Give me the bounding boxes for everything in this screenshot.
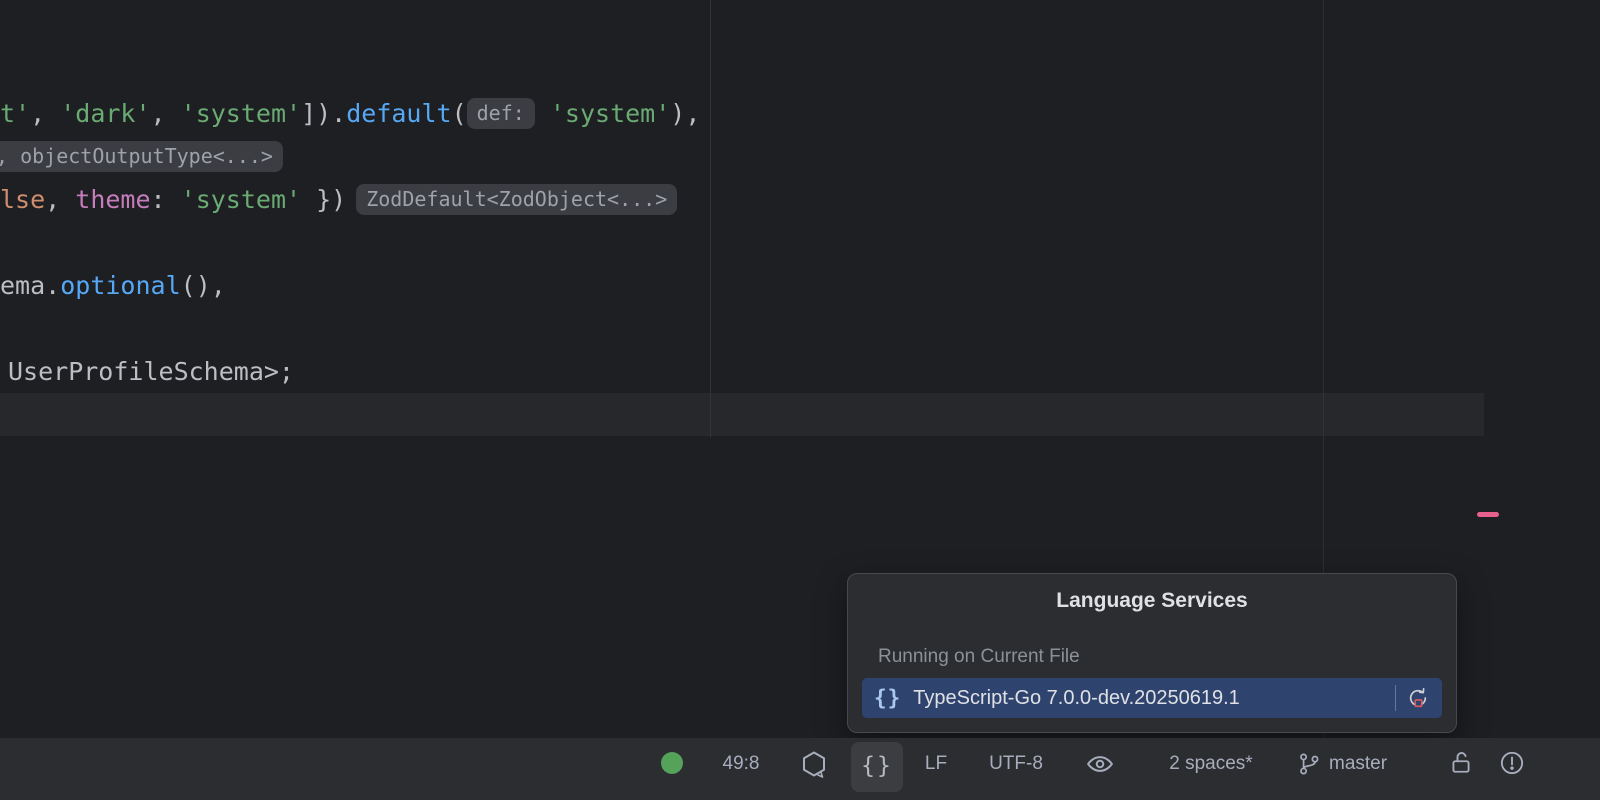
indent-guide [710,0,711,437]
code-token: t' [0,99,31,128]
type-hint-inlay: , objectOutputType<...> [0,140,283,172]
code-line: ema.optional(), [0,264,700,307]
parameter-hint-inlay: def: [466,97,535,129]
code-line: lse, theme: 'system' }) ZodDefault<ZodObj… [0,178,700,221]
code-line: t', 'dark', 'system']).default(def: 'sys… [0,92,700,135]
separator [1395,685,1396,711]
code-token: ( [451,99,467,128]
code-token: , [150,99,181,128]
hexagon-plugin-icon[interactable] [799,749,829,779]
encoding-widget[interactable]: UTF-8 [971,738,1061,790]
type-hint-inlay: ZodDefault<ZodObject<...> [356,183,678,215]
code-token: , [45,185,76,214]
restart-icon [1409,688,1427,708]
code-token: , [30,99,61,128]
analysis-status-indicator[interactable] [661,752,683,774]
code-token: 'system' [180,185,302,214]
indent-widget[interactable]: 2 spaces* [1151,738,1271,790]
line-separator-widget[interactable]: LF [906,738,966,790]
git-branch-label: master [1329,753,1388,774]
code-token: }) [301,185,347,214]
code-token: optional [60,271,181,300]
highlighting-level-eye-icon[interactable] [1085,749,1115,779]
code-token: : [150,185,181,214]
code-token: default [346,99,452,128]
restart-service-button[interactable] [1406,686,1430,710]
language-services-widget[interactable]: {} [851,742,903,792]
code-area: t', 'dark', 'system']).default(def: 'sys… [0,6,700,436]
caret-position-widget[interactable]: 49:8 [706,738,776,790]
notifications-error-icon[interactable] [1498,749,1526,777]
code-token: (), [180,271,226,300]
code-token: 'system' [180,99,302,128]
code-token: UserProfileSchema>; [8,357,294,386]
code-token: ema. [0,271,61,300]
code-token: lse [0,185,46,214]
status-bar: 49:8 {} LF UTF-8 2 spaces* master [0,738,1600,800]
code-token: 'dark' [60,99,151,128]
unlocked-padlock-icon[interactable] [1447,749,1475,777]
code-token: ), [670,99,701,128]
code-line: UserProfileSchema>; [8,350,700,393]
popup-title: Language Services [1056,589,1248,612]
popup-section-label: Running on Current File [878,646,1080,667]
language-service-row[interactable]: {} TypeScript-Go 7.0.0-dev.20250619.1 [862,678,1442,718]
code-token: theme [75,185,151,214]
git-branch-icon [1296,751,1322,777]
braces-icon: {} [874,686,902,710]
git-branch-widget[interactable]: master [1296,738,1387,790]
language-services-popup: Language Services Running on Current Fil… [847,573,1457,733]
service-name: TypeScript-Go 7.0.0-dev.20250619.1 [913,686,1240,709]
scrollbar-error-stripe-mark[interactable] [1477,512,1499,517]
code-line: , objectOutputType<...> [0,135,700,178]
braces-icon: {} [861,752,893,779]
code-token: ]). [301,99,347,128]
ide-window: t', 'dark', 'system']).default(def: 'sys… [0,0,1600,800]
code-token: 'system' [549,99,671,128]
